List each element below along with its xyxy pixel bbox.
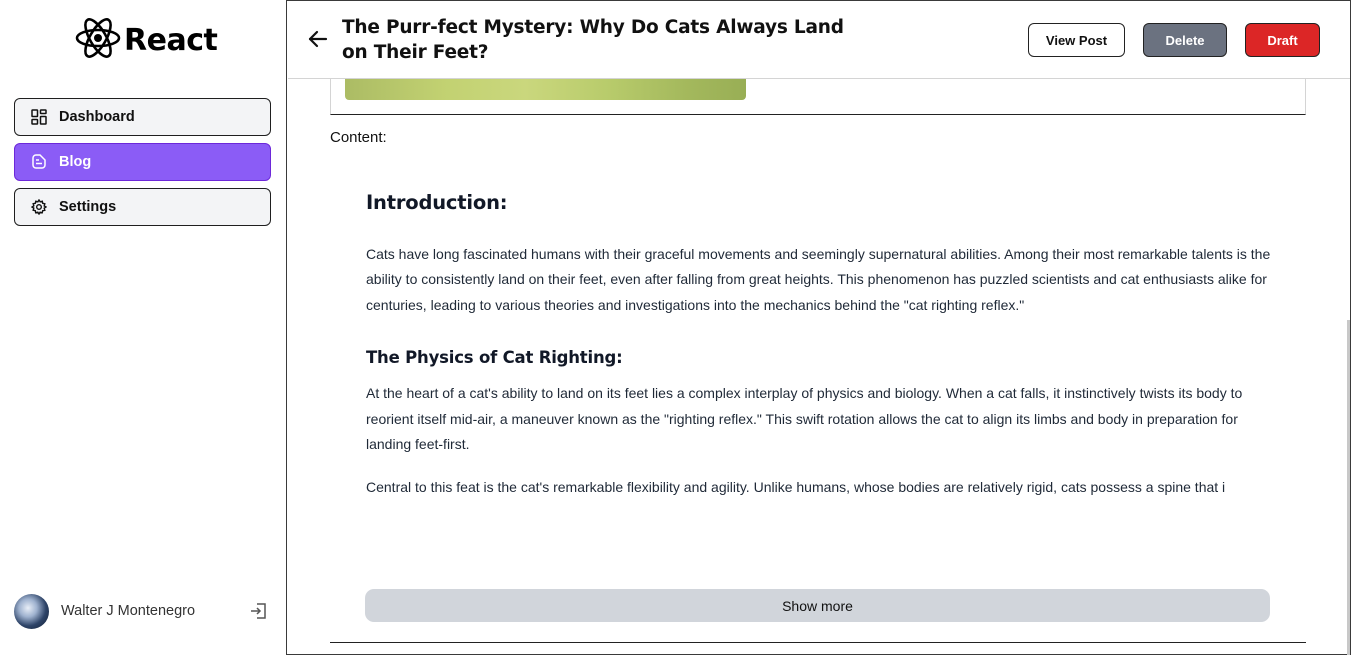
blog-icon <box>31 154 47 170</box>
sidebar-nav: Dashboard Blog Settings <box>14 98 271 233</box>
brand-logo[interactable]: React <box>74 16 218 65</box>
sidebar-item-label: Blog <box>59 154 92 170</box>
view-post-button[interactable]: View Post <box>1028 23 1125 57</box>
sidebar-item-dashboard[interactable]: Dashboard <box>14 98 271 136</box>
intro-heading: Introduction: <box>366 191 508 214</box>
content-label: Content: <box>330 129 387 146</box>
main-content: Content: Introduction: Cats have long fa… <box>288 79 1350 655</box>
brand-name: React <box>124 22 218 58</box>
flexibility-paragraph: Central to this feat is the cat's remark… <box>366 479 1226 496</box>
show-more-button[interactable]: Show more <box>365 589 1270 622</box>
react-atom-icon <box>74 16 122 65</box>
featured-image <box>345 79 746 100</box>
delete-button[interactable]: Delete <box>1143 23 1227 57</box>
sidebar-item-label: Settings <box>59 199 117 215</box>
sidebar: React Dashboard Blog Settings Walter J M… <box>0 0 287 655</box>
physics-heading: The Physics of Cat Righting: <box>366 348 623 368</box>
sidebar-item-settings[interactable]: Settings <box>14 188 271 226</box>
arrow-left-icon[interactable] <box>306 27 330 51</box>
logout-icon[interactable] <box>249 601 269 621</box>
draft-button[interactable]: Draft <box>1245 23 1320 57</box>
sidebar-item-blog[interactable]: Blog <box>14 143 271 181</box>
article-body: Introduction: Cats have long fascinated … <box>366 191 1271 519</box>
divider <box>330 642 1306 643</box>
gear-icon <box>31 199 47 215</box>
featured-image-card <box>330 79 1306 115</box>
page-title: The Purr-fect Mystery: Why Do Cats Alway… <box>342 17 844 63</box>
sidebar-item-label: Dashboard <box>59 109 135 125</box>
scrollbar[interactable] <box>1347 320 1350 655</box>
physics-paragraph: At the heart of a cat's ability to land … <box>366 385 1243 453</box>
intro-paragraph: Cats have long fascinated humans with th… <box>366 246 1271 313</box>
page-header: The Purr-fect Mystery: Why Do Cats Alway… <box>288 1 1350 79</box>
user-name: Walter J Montenegro <box>61 603 196 619</box>
avatar[interactable] <box>14 593 49 629</box>
dashboard-grid-icon <box>31 109 47 125</box>
user-profile: Walter J Montenegro <box>14 593 271 629</box>
